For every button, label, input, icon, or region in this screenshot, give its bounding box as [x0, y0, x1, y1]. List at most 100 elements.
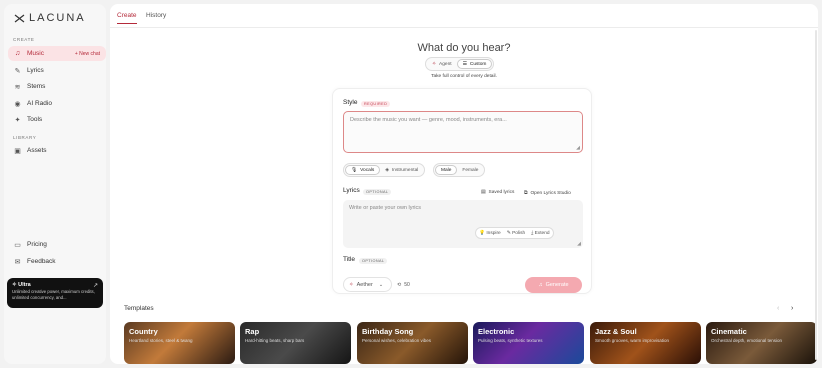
credits-value: 50	[404, 282, 410, 288]
mic-icon: 🎙	[351, 167, 358, 173]
sidebar-item-music[interactable]: ♫ Music + New chat	[8, 46, 106, 61]
polish-label: Polish	[512, 230, 526, 236]
style-input[interactable]: Describe the music you want — genre, moo…	[343, 111, 583, 153]
inspire-label: Inspire	[486, 230, 501, 236]
male-option[interactable]: Male	[435, 165, 458, 175]
library-section-label: LIBRARY	[13, 135, 37, 140]
external-link-icon: ⧉	[524, 191, 528, 196]
page-title: What do you hear?	[417, 42, 511, 54]
template-desc: Smooth grooves, warm improvisation	[595, 338, 670, 343]
tab-create[interactable]: Create	[117, 12, 137, 24]
vocals-label: Vocals	[360, 167, 375, 173]
template-desc: Personal wishes, celebration vibes	[362, 338, 432, 343]
title-label: Title	[343, 256, 356, 263]
sidebar-item-label: AI Radio	[27, 100, 52, 107]
mode-subtitle: Take full control of every detail.	[431, 74, 497, 79]
bookmark-icon: ▤	[481, 190, 486, 195]
lyrics-label: Lyrics	[343, 187, 360, 194]
template-card-jazz-soul[interactable]: Jazz & Soul Smooth grooves, warm improvi…	[590, 322, 701, 364]
lyrics-placeholder: Write or paste your own lyrics	[349, 205, 422, 211]
assets-icon: ▣	[14, 147, 21, 155]
vocals-toggle: 🎙 Vocals ◈ Instrumental	[343, 163, 426, 177]
chevron-down-icon: ⌄	[378, 281, 384, 288]
new-chat-button[interactable]: + New chat	[75, 51, 100, 57]
arrow-right-icon: ↗	[92, 283, 98, 289]
template-card-cinematic[interactable]: Cinematic Orchestral depth, emotional te…	[706, 322, 817, 364]
template-title: Rap	[245, 327, 260, 336]
sidebar-item-tools[interactable]: ✦ Tools	[8, 112, 106, 127]
template-desc: Orchestral depth, emotional tension	[711, 338, 783, 343]
scrollbar[interactable]	[815, 30, 817, 360]
inspire-button[interactable]: 💡 Inspire	[479, 231, 501, 236]
sidebar-item-lyrics[interactable]: ✎ Lyrics	[8, 63, 106, 78]
logo[interactable]: LACUNA	[14, 12, 86, 24]
mode-agent-label: Agent	[439, 61, 452, 67]
template-title: Cinematic	[711, 327, 747, 336]
mode-custom[interactable]: ☰ Custom	[456, 59, 493, 69]
mode-custom-label: Custom	[469, 61, 487, 67]
template-title: Birthday Song	[362, 327, 414, 336]
saved-lyrics-label: Saved lyrics	[488, 190, 515, 195]
template-desc: Pulsing beats, synthetic textures	[478, 338, 543, 343]
sidebar-item-assets[interactable]: ▣ Assets	[8, 143, 106, 158]
pricing-icon: ▭	[14, 241, 21, 249]
instrumental-icon: ◈	[385, 167, 389, 173]
music-note-icon: ♫	[14, 50, 21, 57]
extend-button[interactable]: ⤓ Extend	[531, 230, 549, 236]
radio-icon: ◉	[14, 100, 21, 108]
sidebar-item-stems[interactable]: ≋ Stems	[8, 79, 106, 94]
template-card-country[interactable]: Country Heartland stories, steel & twang	[124, 322, 235, 364]
sliders-icon: ☰	[462, 61, 467, 67]
saved-lyrics-button[interactable]: ▤ Saved lyrics	[481, 190, 514, 195]
main-panel: Create History What do you hear? ✧ Agent …	[110, 4, 818, 364]
model-selector[interactable]: ✧ Aether ⌄	[343, 277, 392, 292]
resize-grip-icon[interactable]: ◢	[577, 241, 581, 247]
lyrics-actions: 💡 Inspire ✎ Polish ⤓ Extend	[475, 227, 554, 239]
template-title: Electronic	[478, 327, 515, 336]
create-form-card: Style REQUIRED Describe the music you wa…	[332, 88, 592, 294]
template-title: Jazz & Soul	[595, 327, 637, 336]
open-lyrics-studio-button[interactable]: ⧉ Open Lyrics Studio	[524, 190, 571, 197]
resize-grip-icon[interactable]: ◢	[576, 145, 580, 151]
sidebar: LACUNA CREATE ♫ Music + New chat ✎ Lyric…	[4, 4, 106, 364]
extend-label: Extend	[534, 231, 550, 236]
sidebar-item-label: Tools	[27, 116, 43, 123]
promo-description: Unlimited creative power, maximum credit…	[12, 289, 95, 300]
credits-count: ⟲ 50	[397, 282, 410, 288]
promo-title: Ultra	[18, 282, 31, 288]
tab-history[interactable]: History	[146, 12, 166, 19]
sidebar-item-label: Assets	[27, 147, 47, 154]
lyrics-studio-label: Open Lyrics Studio	[530, 190, 571, 196]
agent-icon: ✧	[432, 61, 437, 67]
tab-bar: Create History	[110, 4, 818, 28]
music-note-icon: ♫	[538, 282, 543, 288]
generate-button[interactable]: ♫ Generate	[525, 277, 582, 293]
generate-label: Generate	[545, 282, 569, 288]
instrumental-option[interactable]: ◈ Instrumental	[380, 165, 423, 175]
template-card-rap[interactable]: Rap Hard-hitting beats, sharp bars	[240, 322, 351, 364]
feedback-icon: ✉	[14, 258, 21, 266]
chevron-right-icon[interactable]: ›	[791, 305, 793, 312]
template-desc: Heartland stories, steel & twang	[129, 338, 193, 343]
female-option[interactable]: Female	[457, 165, 483, 175]
sidebar-item-label: Lyrics	[27, 67, 44, 74]
sidebar-item-feedback[interactable]: ✉ Feedback	[8, 254, 106, 269]
optional-badge: OPTIONAL	[359, 258, 388, 264]
logo-text: LACUNA	[29, 12, 86, 24]
sidebar-item-label: Stems	[27, 83, 46, 90]
credits-icon: ⟲	[397, 282, 402, 288]
polish-button[interactable]: ✎ Polish	[507, 231, 525, 236]
sidebar-item-ai-radio[interactable]: ◉ AI Radio	[8, 96, 106, 111]
template-card-birthday-song[interactable]: Birthday Song Personal wishes, celebrati…	[357, 322, 468, 364]
mode-toggle: ✧ Agent ☰ Custom	[425, 57, 495, 71]
ultra-promo-card[interactable]: ✧ Ultra Unlimited creative power, maximu…	[7, 278, 103, 308]
chevron-left-icon[interactable]: ‹	[777, 305, 779, 312]
template-card-electronic[interactable]: Electronic Pulsing beats, synthetic text…	[473, 322, 584, 364]
vocals-option[interactable]: 🎙 Vocals	[345, 165, 381, 175]
mode-agent[interactable]: ✧ Agent	[427, 59, 457, 69]
lyrics-input[interactable]: Write or paste your own lyrics ◢	[343, 200, 583, 248]
sidebar-item-label: Music	[27, 50, 44, 57]
voice-gender-toggle: Male Female	[433, 163, 486, 177]
sidebar-item-pricing[interactable]: ▭ Pricing	[8, 237, 106, 252]
sidebar-item-label: Pricing	[27, 241, 47, 248]
